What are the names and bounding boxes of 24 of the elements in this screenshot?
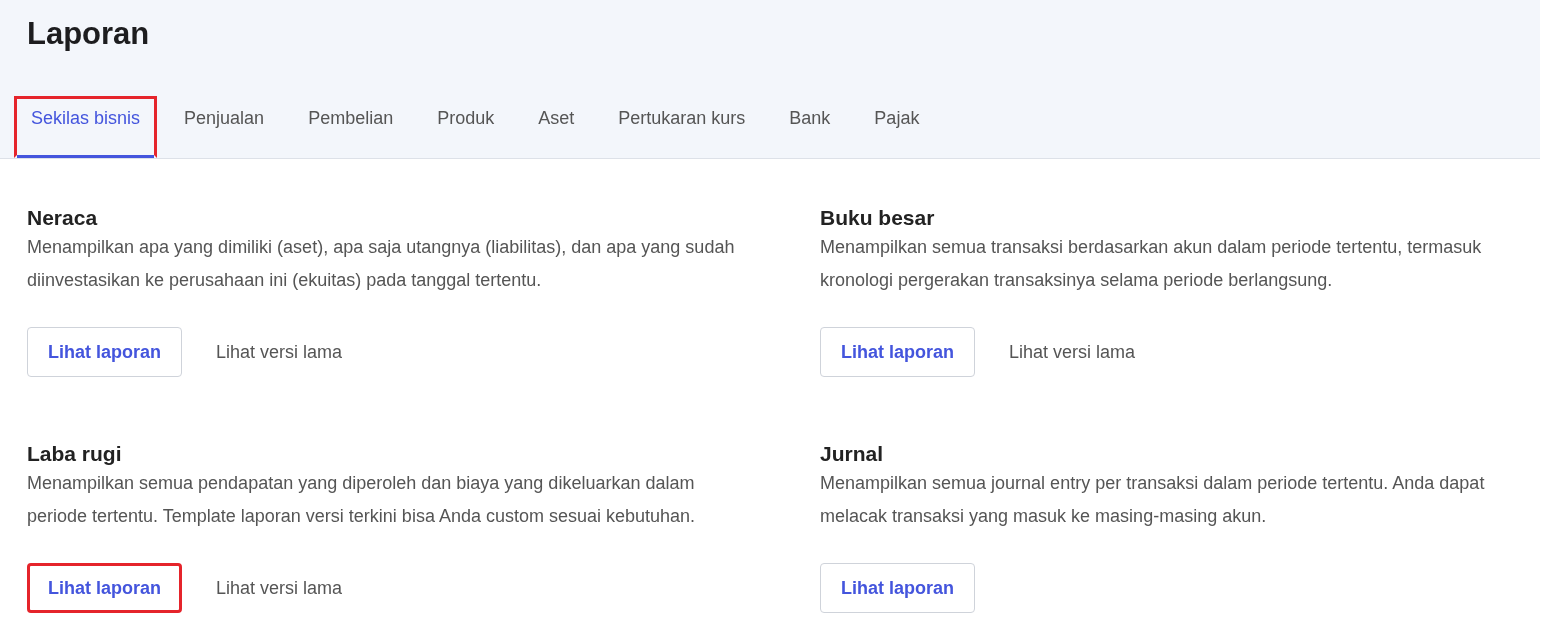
view-report-button[interactable]: Lihat laporan [820,327,975,377]
report-title: Buku besar [820,205,936,231]
tab[interactable]: Pertukaran kurs [601,96,763,158]
tab[interactable]: Bank [772,96,848,158]
tab[interactable]: Sekilas bisnis [14,96,158,158]
report-title: Jurnal [820,441,885,467]
report-description: Menampilkan semua pendapatan yang diperoleh dan biaya yang dikeluarkan dalam periode tertentu. Template laporan versi terkini bisa Anda custom sesuai kebutuhan. [27,472,697,528]
tab[interactable]: Pajak [857,96,937,158]
view-report-button[interactable]: Lihat laporan [27,327,182,377]
tab[interactable]: Pembelian [291,96,411,158]
report-description: Menampilkan semua journal entry per transaksi dalam periode tertentu. Anda dapat melacak transaksi yang masuk ke masing-masing akun. [820,472,1486,528]
old-version-link[interactable]: Lihat versi lama [216,577,343,599]
view-report-button[interactable]: Lihat laporan [27,563,182,613]
tab[interactable]: Penjualan [167,96,282,158]
old-version-link[interactable]: Lihat versi lama [1009,341,1136,363]
report-title: Laba rugi [27,441,123,467]
report-description: Menampilkan semua transaksi berdasarkan akun dalam periode tertentu, termasuk kronologi pergerakan transaksinya selama periode berlangsung. [820,236,1483,292]
page-title: Laporan [27,15,151,53]
report-title: Neraca [27,205,99,231]
report-description: Menampilkan apa yang dimiliki (aset), apa saja utangnya (liabilitas), dan apa yang sudah diinvestasikan ke perusahaan ini (ekuitas) pada tanggal tertentu. [27,236,736,292]
view-report-button[interactable]: Lihat laporan [820,563,975,613]
old-version-link[interactable]: Lihat versi lama [216,341,343,363]
tab[interactable]: Produk [420,96,512,158]
tab[interactable]: Aset [521,96,592,158]
